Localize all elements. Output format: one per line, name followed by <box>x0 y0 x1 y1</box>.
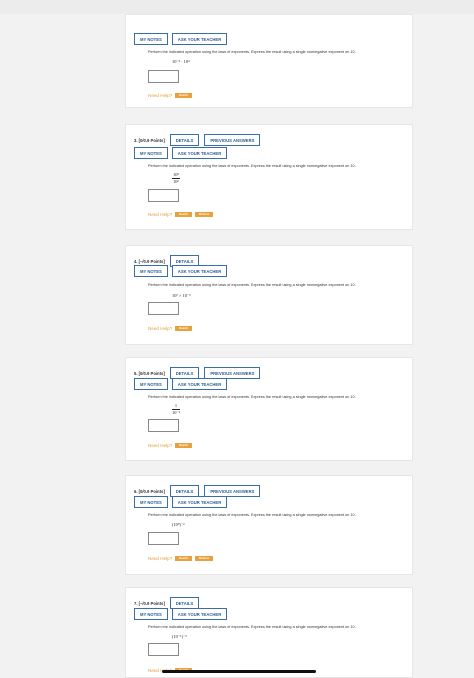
question-expression: (10⁹)⁻² <box>172 522 185 527</box>
ask-teacher-button[interactable]: ASK YOUR TEACHER <box>171 265 228 277</box>
home-indicator[interactable] <box>162 670 316 673</box>
question-points-label: 4. [–/0.9 Points] <box>134 258 165 264</box>
my-notes-button[interactable]: MY NOTES <box>134 33 168 45</box>
my-notes-button[interactable]: MY NOTES <box>134 608 168 620</box>
question-prompt: Perform the indicated operation using th… <box>148 283 356 287</box>
need-help-row: Need Help? Read It Watch It <box>148 212 213 217</box>
fraction-denominator: 10⁶ <box>173 179 179 184</box>
question-card-7: 7. [–/0.9 Points] DETAILS MY NOTES ASK Y… <box>125 587 413 678</box>
need-help-label: Need Help? <box>148 212 173 217</box>
ask-teacher-button[interactable]: ASK YOUR TEACHER <box>171 33 228 45</box>
status-bar <box>0 0 474 14</box>
my-notes-button[interactable]: MY NOTES <box>134 378 168 390</box>
my-notes-button[interactable]: MY NOTES <box>134 147 168 159</box>
question-expression: (10⁻¹)⁻³ <box>172 634 187 639</box>
question-card-4: 4. [–/0.9 Points] DETAILS MY NOTES ASK Y… <box>125 245 413 345</box>
question-expression: 1 10⁻² <box>172 403 180 415</box>
need-help-label: Need Help? <box>148 93 173 98</box>
question-points-label: 6. [0/0.9 Points] <box>134 488 165 494</box>
watch-it-button[interactable]: Watch It <box>194 212 213 217</box>
details-button[interactable]: DETAILS <box>169 134 200 146</box>
question-prompt: Perform the indicated operation using th… <box>148 625 356 629</box>
my-notes-button[interactable]: MY NOTES <box>134 496 168 508</box>
ask-teacher-button[interactable]: ASK YOUR TEACHER <box>171 496 228 508</box>
answer-input[interactable] <box>148 302 179 315</box>
ask-teacher-button[interactable]: ASK YOUR TEACHER <box>171 378 228 390</box>
ask-teacher-button[interactable]: ASK YOUR TEACHER <box>171 147 228 159</box>
answer-input[interactable] <box>148 70 179 83</box>
need-help-row: Need Help? Read It <box>148 443 192 448</box>
fraction-numerator: 1 <box>174 403 178 408</box>
question-card-5: 5. [0/0.9 Points] DETAILS PREVIOUS ANSWE… <box>125 357 413 461</box>
answer-input[interactable] <box>148 419 179 432</box>
read-it-button[interactable]: Read It <box>175 443 192 448</box>
need-help-row: Need Help? Read It <box>148 93 192 98</box>
need-help-label: Need Help? <box>148 556 173 561</box>
question-card-2: MY NOTES ASK YOUR TEACHER Perform the in… <box>125 14 413 108</box>
read-it-button[interactable]: Read It <box>175 212 192 217</box>
need-help-label: Need Help? <box>148 326 173 331</box>
answer-input[interactable] <box>148 189 179 202</box>
fraction-denominator: 10⁻² <box>172 410 181 415</box>
my-notes-button[interactable]: MY NOTES <box>134 265 168 277</box>
question-card-3: 3. [0/0.9 Points] DETAILS PREVIOUS ANSWE… <box>125 124 413 230</box>
need-help-label: Need Help? <box>148 443 173 448</box>
ask-teacher-button[interactable]: ASK YOUR TEACHER <box>171 608 228 620</box>
need-help-row: Need Help? Read It <box>148 326 192 331</box>
need-help-row: Need Help? Read It Watch It <box>148 556 213 561</box>
fraction-numerator: 10⁹ <box>173 172 179 177</box>
question-prompt: Perform the indicated operation using th… <box>148 513 356 517</box>
read-it-button[interactable]: Read It <box>175 326 192 331</box>
question-card-6: 6. [0/0.9 Points] DETAILS PREVIOUS ANSWE… <box>125 475 413 575</box>
question-points-label: 7. [–/0.9 Points] <box>134 600 165 606</box>
question-prompt: Perform the indicated operation using th… <box>148 395 356 399</box>
answer-input[interactable] <box>148 532 179 545</box>
read-it-button[interactable]: Read It <box>175 93 192 98</box>
question-prompt: Perform the indicated operation using th… <box>148 164 356 168</box>
watch-it-button[interactable]: Watch It <box>194 556 213 561</box>
read-it-button[interactable]: Read It <box>175 556 192 561</box>
previous-answers-button[interactable]: PREVIOUS ANSWERS <box>204 134 261 146</box>
answer-input[interactable] <box>148 643 179 656</box>
question-points-label: 3. [0/0.9 Points] <box>134 137 165 143</box>
question-expression: 10⁷ × 10⁻² <box>172 293 191 298</box>
question-points-label: 5. [0/0.9 Points] <box>134 370 165 376</box>
question-expression: 10⁻³ · 10⁴ <box>172 59 190 64</box>
question-prompt: Perform the indicated operation using th… <box>148 50 356 54</box>
question-expression: 10⁹ 10⁶ <box>172 172 180 184</box>
